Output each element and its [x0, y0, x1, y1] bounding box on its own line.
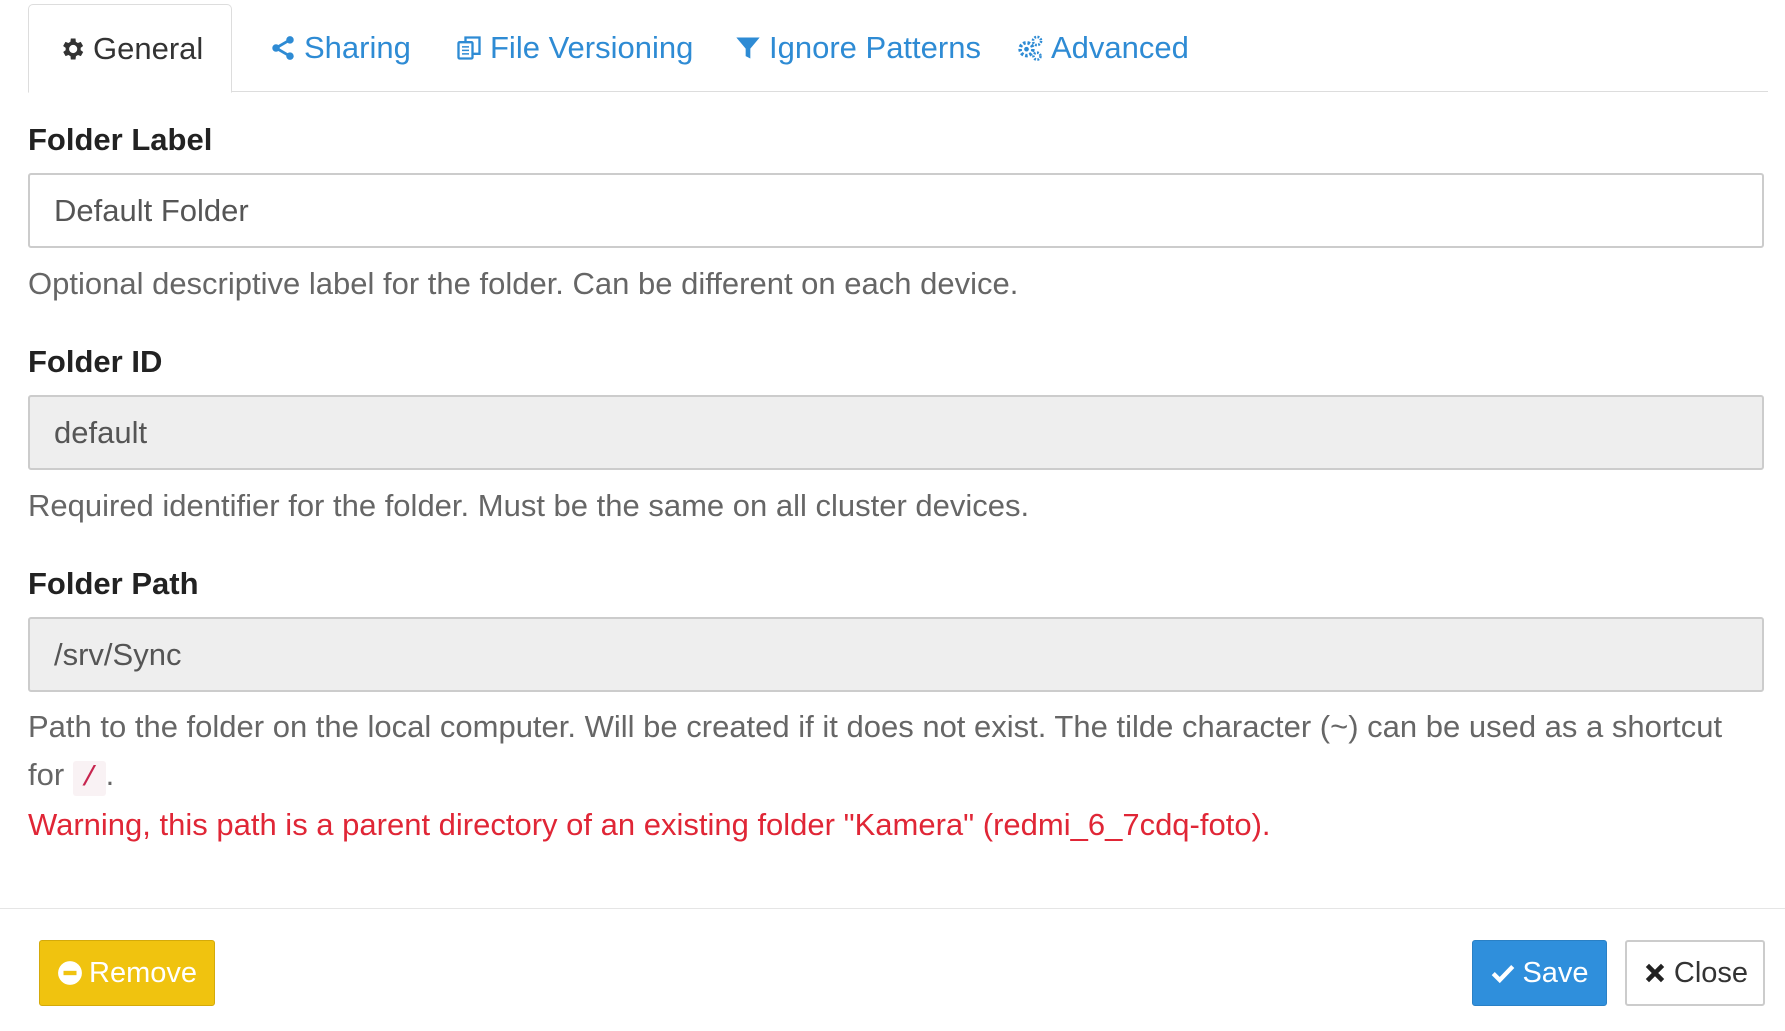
tab-general[interactable]: General	[28, 4, 233, 93]
footer-divider	[0, 908, 1785, 909]
path-code: /	[72, 761, 106, 796]
close-button-label: Close	[1673, 956, 1749, 989]
folder-id-input[interactable]	[28, 395, 1764, 470]
folder-path-label: Folder Path	[28, 566, 199, 601]
tab-bar: General Sharing File Versioning Ignore P…	[28, 4, 1768, 93]
path-warning: Warning, this path is a parent directory…	[28, 807, 1271, 842]
tab-label: Ignore Patterns	[769, 30, 981, 65]
gear-icon	[57, 34, 87, 64]
share-icon	[268, 33, 298, 63]
folder-id-label: Folder ID	[28, 344, 163, 379]
folder-path-input[interactable]	[28, 617, 1764, 692]
folder-path-help-text: Path to the folder on the local computer…	[28, 709, 1723, 792]
remove-button[interactable]: Remove	[39, 940, 215, 1006]
close-button[interactable]: Close	[1625, 940, 1765, 1006]
tab-sharing[interactable]: Sharing	[268, 4, 411, 92]
folder-edit-dialog: General Sharing File Versioning Ignore P…	[0, 0, 1785, 1031]
tab-file-versioning[interactable]: File Versioning	[454, 4, 693, 92]
check-icon	[1490, 960, 1516, 986]
folder-path-help-end: .	[105, 757, 115, 792]
save-button-label: Save	[1522, 956, 1589, 989]
folder-label-input[interactable]	[28, 173, 1764, 248]
tab-ignore-patterns[interactable]: Ignore Patterns	[733, 4, 981, 92]
folder-path-help: Path to the folder on the local computer…	[28, 703, 1728, 803]
remove-button-label: Remove	[89, 956, 197, 989]
folder-label-help: Optional descriptive label for the folde…	[28, 266, 1019, 301]
copy-icon	[454, 33, 484, 63]
minus-circle-icon	[57, 960, 83, 986]
tab-label: Advanced	[1051, 30, 1189, 65]
close-icon	[1642, 960, 1668, 986]
tab-label: General	[93, 30, 204, 66]
folder-id-help: Required identifier for the folder. Must…	[28, 488, 1030, 523]
tab-advanced[interactable]: Advanced	[1015, 4, 1189, 92]
tab-label: File Versioning	[490, 30, 694, 65]
filter-icon	[733, 33, 763, 63]
tab-label: Sharing	[304, 30, 411, 65]
cogs-icon	[1015, 33, 1045, 63]
save-button[interactable]: Save	[1472, 940, 1607, 1006]
folder-label-label: Folder Label	[28, 122, 213, 157]
